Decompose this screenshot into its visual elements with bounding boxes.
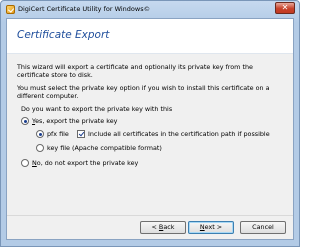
- question-text: Do you want to export the private key wi…: [21, 105, 173, 113]
- close-button[interactable]: ✕: [275, 2, 295, 14]
- pfx-file-label[interactable]: pfx file: [47, 130, 69, 138]
- next-button[interactable]: Next >: [188, 221, 234, 234]
- export-key-no-text: o, do not export the private key: [36, 159, 139, 167]
- key-file-label[interactable]: key file (Apache compatible format): [47, 144, 162, 152]
- window-title: DigiCert Certificate Utility for Windows…: [18, 5, 151, 13]
- title-bar[interactable]: DigiCert Certificate Utility for Windows…: [1, 1, 299, 18]
- next-rest: ext >: [204, 223, 223, 231]
- export-key-no-radio[interactable]: [21, 159, 29, 167]
- export-key-yes-label[interactable]: Yes, export the private key: [32, 117, 117, 125]
- page-title: Certificate Export: [17, 29, 110, 41]
- instruction-text: You must select the private key option i…: [17, 84, 270, 100]
- export-key-yes-text: es, export the private key: [35, 117, 118, 125]
- cancel-button[interactable]: Cancel: [240, 221, 286, 234]
- key-file-radio[interactable]: [36, 144, 44, 152]
- footer-divider: [7, 215, 293, 216]
- wizard-header: Certificate Export: [7, 19, 293, 54]
- wizard-client-area: Certificate Export This wizard will expo…: [6, 18, 294, 240]
- back-rest: ack: [163, 223, 175, 231]
- pfx-file-radio[interactable]: [36, 130, 44, 138]
- certificate-app-icon: [6, 5, 15, 14]
- back-button[interactable]: < Back: [140, 221, 186, 234]
- export-key-no-label[interactable]: No, do not export the private key: [32, 159, 138, 167]
- include-all-certs-checkbox[interactable]: [77, 130, 85, 138]
- dialog-window: DigiCert Certificate Utility for Windows…: [0, 0, 300, 247]
- include-all-certs-label[interactable]: Include all certificates in the certific…: [88, 130, 270, 138]
- export-key-yes-radio[interactable]: [21, 117, 29, 125]
- back-prefix: <: [151, 223, 159, 231]
- intro-text: This wizard will export a certificate an…: [17, 63, 253, 79]
